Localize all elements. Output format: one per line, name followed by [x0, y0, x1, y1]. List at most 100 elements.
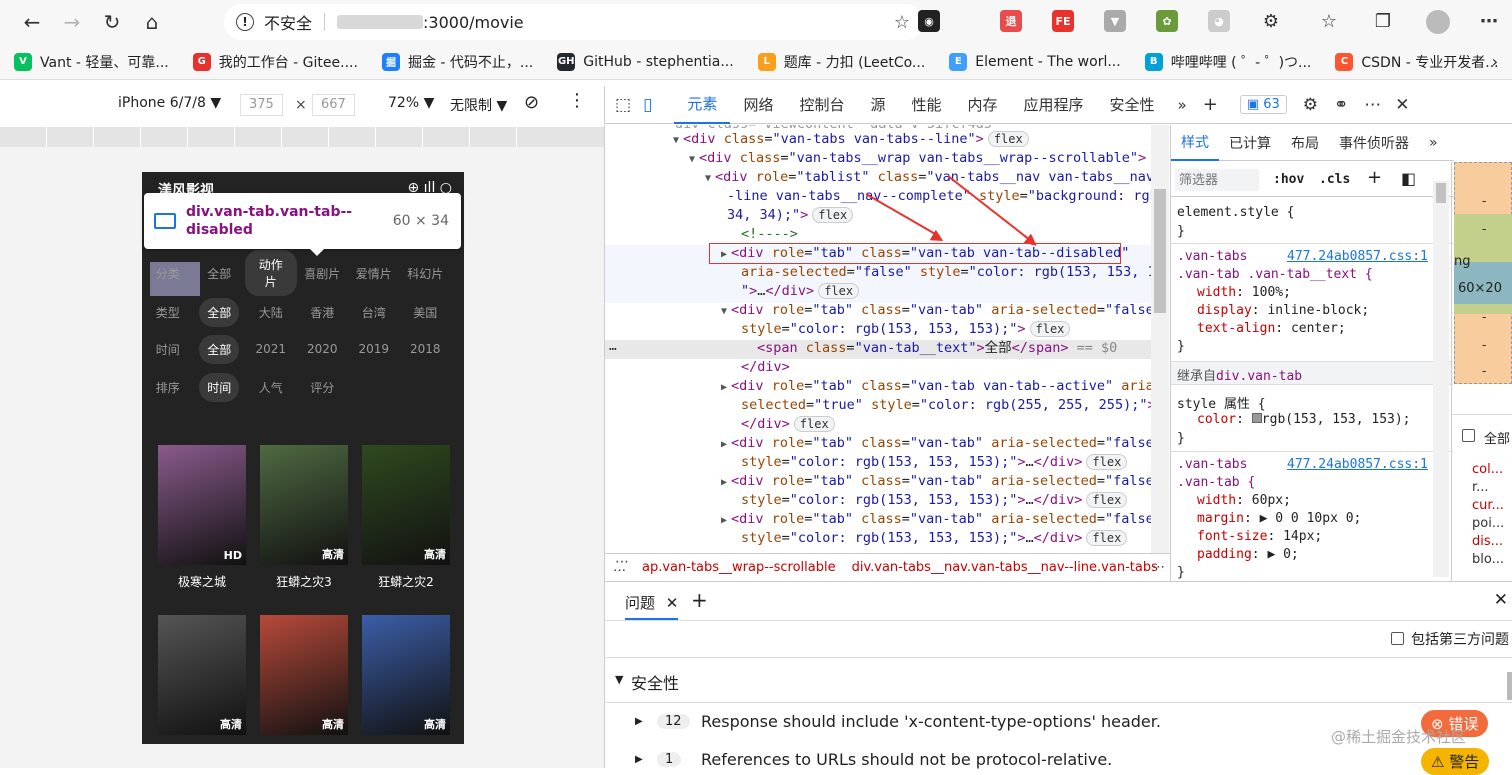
width-input[interactable]: 375 [240, 94, 283, 116]
favorites-icon[interactable]: ☆ [1318, 10, 1340, 32]
devtools-tab[interactable]: 性能 [898, 86, 954, 124]
issue-expand-icon[interactable]: ▶ [635, 754, 643, 765]
filter-tab[interactable]: 科幻片 [400, 265, 452, 282]
devtools-more-icon[interactable]: ⋯ [1356, 95, 1389, 115]
movie-poster[interactable]: 高清 [362, 445, 450, 565]
expand-toggle-icon[interactable]: ▶ [721, 382, 727, 393]
close-drawer-icon[interactable]: ✕ [1494, 590, 1508, 610]
sidebar-toggle-icon[interactable]: ◧ [1401, 169, 1416, 188]
filter-tab[interactable]: 2019 [348, 342, 400, 356]
breadcrumb-more-icon[interactable]: ⋯ [1152, 560, 1165, 575]
css-declaration[interactable]: font-size: 14px; [1197, 529, 1322, 544]
extension-icon-4[interactable]: ▼ [1104, 10, 1126, 32]
address-bar[interactable]: ! 不安全 :3000/movie ☆ [224, 4, 924, 40]
dom-line[interactable]: ▼ <div class="van-tabs__wrap van-tabs__wr… [689, 149, 1146, 169]
dom-line[interactable]: -line van-tabs__nav--complete" style="ba… [727, 187, 1151, 206]
filter-tab[interactable]: 分类 [142, 265, 194, 282]
dom-line[interactable]: ▶ <div role="tab" class="van-tab" aria-se… [721, 434, 1151, 454]
filter-tab[interactable]: 2020 [297, 342, 349, 356]
movie-title[interactable]: 狂蟒之灾2 [356, 573, 456, 590]
flex-badge[interactable]: flex [812, 207, 854, 223]
customize-icon[interactable]: ⚭ [1326, 95, 1356, 115]
filter-tab[interactable]: 台湾 [348, 304, 400, 321]
extension-icon-3[interactable]: FE [1052, 10, 1074, 32]
dom-line[interactable]: <!----> [741, 225, 798, 244]
collections-icon[interactable]: ❐ [1372, 10, 1394, 32]
styles-more-icon[interactable]: » [1419, 135, 1448, 151]
movie-title[interactable]: 极寒之城 [152, 573, 252, 590]
devtools-tab[interactable]: 内存 [955, 86, 1011, 124]
zoom-select[interactable]: 72% ▼ [388, 95, 434, 111]
style-color-value[interactable]: rgb(153, 153, 153); [1262, 412, 1411, 427]
device-select[interactable]: iPhone 6/7/8 ▼ [118, 95, 221, 111]
dom-line[interactable]: ▶ <div role="tab" class="van-tab" aria-se… [721, 472, 1151, 492]
devtools-tab[interactable]: 应用程序 [1011, 86, 1097, 124]
height-input[interactable]: 667 [312, 94, 355, 116]
dom-line[interactable]: ▼ <div role="tablist" class="van-tabs__na… [705, 168, 1151, 188]
profile-avatar[interactable] [1426, 10, 1450, 34]
computed-prop[interactable]: blo... [1472, 552, 1504, 567]
filter-tab[interactable]: 排序 [142, 379, 194, 396]
third-party-checkbox[interactable] [1391, 632, 1404, 645]
expand-toggle-icon[interactable]: ▶ [721, 249, 727, 260]
expand-toggle-icon[interactable]: ▶ [721, 439, 727, 450]
devtools-tab[interactable]: 源 [857, 86, 898, 124]
extension-icon-5[interactable]: ✿ [1156, 10, 1178, 32]
bookmark-1[interactable]: G 我的工作台 - Gitee.... [192, 52, 358, 72]
add-drawer-tab-icon[interactable]: + [691, 588, 708, 612]
dom-line[interactable]: ▶ <div role="tab" class="van-tab van-tab-… [721, 377, 1151, 397]
dom-scrollbar[interactable] [1151, 125, 1169, 553]
dom-line[interactable]: style="color: rgb(153, 153, 153);">…</di… [741, 453, 1128, 472]
flex-badge[interactable]: flex [793, 416, 835, 432]
filter-tab[interactable]: 人气 [245, 379, 297, 396]
flex-badge[interactable]: flex [1086, 492, 1128, 508]
bookmark-4[interactable]: L 题库 - 力扣 (LeetCo... [757, 52, 925, 72]
device-toggle-icon[interactable]: ▯ [639, 95, 674, 115]
computed-prop[interactable]: cur... [1472, 498, 1504, 513]
flex-badge[interactable]: flex [1086, 530, 1128, 546]
css-declaration[interactable]: display: inline-block; [1197, 303, 1369, 318]
new-rule-icon[interactable]: + [1367, 167, 1382, 188]
computed-prop[interactable]: col... [1472, 462, 1503, 477]
dom-line[interactable]: ▶ <div role="tab" class="van-tab" aria-se… [721, 510, 1151, 530]
movie-poster[interactable]: 高清 [260, 615, 348, 735]
css-declaration[interactable]: width: 60px; [1197, 493, 1291, 508]
rule1-selector2[interactable]: .van-tab .van-tab__text { [1177, 267, 1373, 282]
issue-text[interactable]: Response should include 'x-content-type-… [701, 712, 1161, 731]
devtools-tab[interactable]: 元素 [674, 86, 731, 124]
rule2-source-link[interactable]: 477.24ab0857.css:1 [1287, 457, 1428, 472]
css-declaration[interactable]: padding: ▶ 0; [1197, 547, 1299, 562]
styles-tab[interactable]: 样式 [1171, 125, 1219, 161]
more-icon[interactable]: ⋯ [1478, 10, 1500, 32]
drawer-scrollbar[interactable] [1507, 672, 1512, 700]
bookmarks-more-icon[interactable]: › [1492, 52, 1498, 71]
section-security[interactable]: 安全性 [631, 670, 679, 694]
breadcrumb-item[interactable]: ap.van-tabs__wrap--scrollable [634, 560, 844, 575]
dom-line[interactable]: style="color: rgb(153, 153, 153);">…</di… [741, 529, 1128, 548]
rule1-source-link[interactable]: 477.24ab0857.css:1 [1287, 249, 1428, 264]
show-all-checkbox[interactable] [1462, 429, 1475, 442]
dom-line[interactable]: style="color: rgb(153, 153, 153);"> flex [741, 320, 1071, 339]
hov-toggle[interactable]: :hov [1273, 172, 1304, 187]
filter-tab[interactable]: 全部 [194, 297, 246, 327]
flex-badge[interactable]: flex [987, 131, 1029, 147]
rule1-selector1[interactable]: .van-tabs [1177, 249, 1247, 264]
styles-tab[interactable]: 布局 [1281, 133, 1329, 153]
filter-tab[interactable]: 2018 [400, 342, 452, 356]
styles-tab[interactable]: 事件侦听器 [1329, 133, 1419, 153]
home-icon[interactable]: ⌂ [132, 4, 172, 40]
bookmark-0[interactable]: V Vant - 轻量、可靠... [14, 52, 169, 72]
dom-line[interactable]: 34, 34);"> flex [727, 206, 854, 225]
expand-toggle-icon[interactable]: ▼ [673, 135, 679, 146]
tab-issues[interactable]: 问题 ✕ [625, 582, 679, 620]
filter-tab[interactable]: 大陆 [245, 304, 297, 321]
close-devtools-icon[interactable]: ✕ [1389, 95, 1415, 115]
drawer-more-icon[interactable]: ⋯ [615, 554, 629, 570]
filter-tab[interactable]: 全部 [194, 265, 246, 282]
filter-tab[interactable]: 美国 [400, 304, 452, 321]
dom-line[interactable]: </div> [741, 358, 790, 377]
forward-icon[interactable]: → [52, 4, 92, 40]
filter-tab[interactable]: 时间 [142, 341, 194, 358]
extension-icon-2[interactable]: 退 [1000, 10, 1022, 32]
expand-toggle-icon[interactable]: ▶ [721, 477, 727, 488]
